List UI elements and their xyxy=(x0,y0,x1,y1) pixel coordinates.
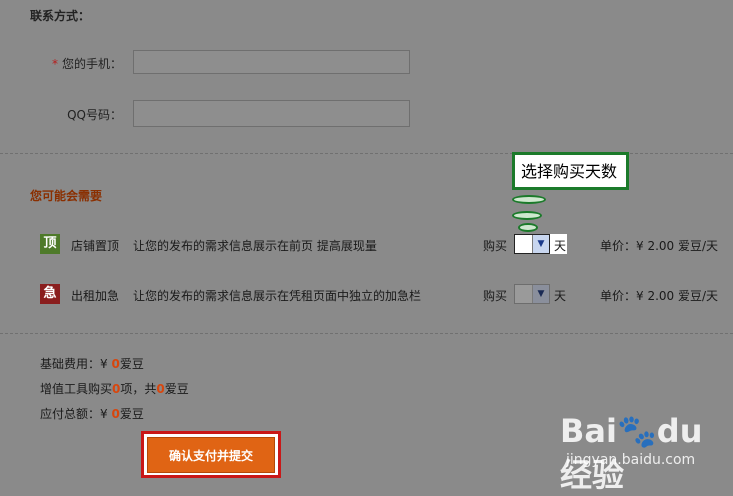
callout-ring-2 xyxy=(512,211,542,220)
divider-bottom xyxy=(0,333,733,334)
total-fee: 应付总额：¥ 0爱豆 xyxy=(40,405,144,422)
base-fee-value: 0 xyxy=(111,357,120,371)
buy-label-top: 购买 xyxy=(483,239,508,253)
watermark-url: jingyan.baidu.com xyxy=(566,452,696,468)
chevron-down-icon[interactable]: ▼ xyxy=(532,235,549,253)
total-prefix: 应付总额：¥ xyxy=(40,407,112,421)
callout-box: 选择购买天数 xyxy=(512,152,629,190)
item-name-urgent: 出租加急 xyxy=(71,289,120,303)
tools-prefix: 增值工具购买 xyxy=(40,382,113,396)
chevron-down-icon[interactable]: ▼ xyxy=(532,285,549,303)
callout-ring-1 xyxy=(512,195,546,204)
phone-input[interactable] xyxy=(133,50,410,74)
unit-urgent: 天 xyxy=(554,289,567,303)
price-urgent: 单价：¥ 2.00 爱豆/天 xyxy=(600,289,719,303)
days-select-urgent[interactable]: ▼ xyxy=(514,284,550,304)
phone-label-text: 您的手机： xyxy=(61,57,122,71)
needs-section-title: 您可能会需要 xyxy=(30,189,103,203)
total-unit: 爱豆 xyxy=(119,407,144,421)
submit-highlight: 确认支付并提交 xyxy=(141,431,281,478)
urgent-icon: 急 xyxy=(40,284,60,304)
base-fee-unit: 爱豆 xyxy=(119,357,144,371)
days-select-urgent-value xyxy=(515,285,532,303)
item-desc-top: 让您的发布的需求信息展示在前页 提高展现量 xyxy=(133,239,377,253)
price-top: 单价：¥ 2.00 爱豆/天 xyxy=(600,239,719,253)
total-value: 0 xyxy=(111,407,120,421)
unit-top: 天 xyxy=(554,239,567,253)
qq-input[interactable] xyxy=(133,100,410,127)
base-fee-prefix: 基础费用：¥ xyxy=(40,357,112,371)
qq-label: QQ号码： xyxy=(67,108,122,122)
days-select-top-value xyxy=(515,235,532,253)
required-mark: * xyxy=(51,57,58,71)
base-fee: 基础费用：¥ 0爱豆 xyxy=(40,355,144,372)
phone-label: * 您的手机： xyxy=(32,55,122,72)
tools-mid: 项，共 xyxy=(120,382,157,396)
item-desc-urgent: 让您的发布的需求信息展示在凭租页面中独立的加急栏 xyxy=(133,289,422,303)
tools-unit: 爱豆 xyxy=(164,382,189,396)
tools-fee: 增值工具购买0项，共0爱豆 xyxy=(40,380,189,397)
callout-ring-3 xyxy=(518,223,538,232)
buy-label-urgent: 购买 xyxy=(483,289,508,303)
days-select-top[interactable]: ▼ xyxy=(514,234,550,254)
confirm-pay-submit-button[interactable]: 确认支付并提交 xyxy=(147,437,275,473)
item-name-top: 店铺置顶 xyxy=(71,239,120,253)
contact-section-title: 联系方式： xyxy=(30,9,91,23)
top-pin-icon: 顶 xyxy=(40,234,60,254)
tools-value: 0 xyxy=(156,382,165,396)
